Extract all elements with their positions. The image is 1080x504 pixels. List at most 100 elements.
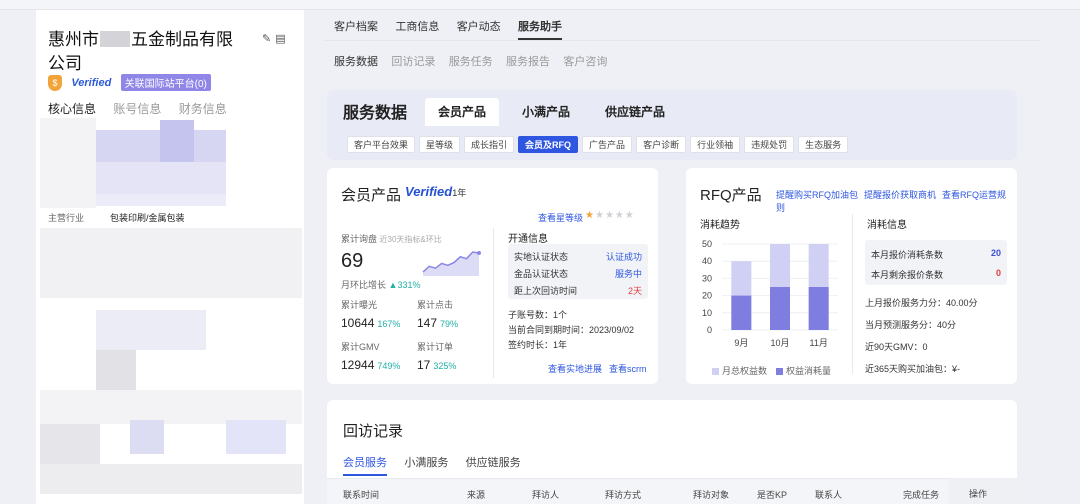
legend-label: 月总权益数 <box>722 366 768 376</box>
legend-total-equity: 月总权益数 <box>712 364 767 377</box>
open-info-box: 实地认证状态 认证成功 金品认证状态 服务中 距上次回访时间 2天 <box>508 244 648 299</box>
member-product-card: 会员产品 Verified1年 查看星等级 ★★★★★ 累计询盘 近30天指标&… <box>327 168 658 384</box>
column-header: 联系人 <box>815 490 843 500</box>
stat-value: 10644 <box>341 316 375 330</box>
star-empty-icon: ★ <box>614 210 625 221</box>
subnav-service-data[interactable]: 服务数据 <box>334 53 378 69</box>
subtab-platform-effect[interactable]: 客户平台效果 <box>347 136 416 153</box>
member-card-title: 会员产品 <box>341 187 402 204</box>
nav-customer-activity[interactable]: 客户动态 <box>457 18 501 38</box>
x-tick-label: 11月 <box>809 338 827 348</box>
subnav-customer-consult[interactable]: 客户咨询 <box>563 53 607 69</box>
subtab-star-level[interactable]: 星等级 <box>419 136 461 153</box>
intl-site-link[interactable]: 关联国际站平台(0) <box>120 74 211 91</box>
bar-equity-used <box>808 287 829 330</box>
remind-quote-link[interactable]: 提醒报价获取商机 <box>864 190 936 200</box>
stat-pct: 325% <box>433 361 457 371</box>
nav-customer-profile[interactable]: 客户档案 <box>334 18 378 38</box>
consumption-trend-label: 消耗趋势 <box>700 220 740 231</box>
subnav-visit-records[interactable]: 回访记录 <box>391 53 435 69</box>
company-tabs: 核心信息 账号信息 财务信息 <box>48 100 241 117</box>
stat-orders: 17 325% <box>417 358 456 372</box>
open-row-label: 距上次回访时间 <box>514 286 578 296</box>
tab-member-products[interactable]: 会员产品 <box>425 98 499 126</box>
subtab-violation-penalty[interactable]: 违规处罚 <box>744 136 795 153</box>
company-name: 惠州市 五金制品有限公司 <box>48 28 248 76</box>
tab-account-info[interactable]: 账号信息 <box>113 100 161 117</box>
subtab-growth-guide[interactable]: 成长指引 <box>464 136 515 153</box>
y-tick-label: 40 <box>702 256 712 266</box>
document-icon[interactable]: ▤ <box>275 33 289 45</box>
visit-table-header: 联系时间 来源 拜访人 拜访方式 拜访对象 是否KP 联系人 完成任务 <box>327 478 1017 504</box>
main-business-label: 主营行业 <box>48 213 85 223</box>
edit-icon[interactable]: ✎ <box>262 33 275 45</box>
stat-label: 累计GMV <box>341 342 380 352</box>
column-header: 是否KP <box>757 490 788 500</box>
gmv-90-days: 近90天GMV：0 <box>865 342 928 352</box>
blurred-block <box>96 350 136 390</box>
mom-growth: 月环比增长 ▲331% <box>341 278 420 291</box>
stat-clicks: 147 79% <box>417 316 458 330</box>
consumption-info-label: 消耗信息 <box>867 220 907 231</box>
tab-core-info[interactable]: 核心信息 <box>48 100 96 117</box>
remind-buy-rfq-link[interactable]: 提醒购买RFQ加油包 <box>776 190 858 200</box>
inquiry-label-text: 累计询盘 <box>341 234 378 244</box>
legend-swatch <box>776 368 783 375</box>
visit-tabs: 会员服务 小满服务 供应链服务 <box>343 454 535 476</box>
subtab-member-rfq[interactable]: 会员及RFQ <box>518 136 579 153</box>
sign-duration: 签约时长：1年 <box>508 340 568 350</box>
view-scrm-link[interactable]: 查看scrm <box>609 362 647 375</box>
nav-service-assistant[interactable]: 服务助手 <box>518 18 563 40</box>
star-empty-icon: ★ <box>594 210 605 221</box>
nav-business-info[interactable]: 工商信息 <box>395 18 439 38</box>
tab-supply-chain-products[interactable]: 供应链产品 <box>593 98 677 126</box>
tab-member-service[interactable]: 会员服务 <box>343 454 387 476</box>
inquiry-value: 69 <box>341 250 364 272</box>
sub-accounts: 子账号数：1个 <box>508 310 568 320</box>
blurred-block <box>96 310 206 350</box>
subnav-service-tasks[interactable]: 服务任务 <box>449 53 493 69</box>
y-tick-label: 20 <box>702 291 712 301</box>
stat-label: 累计点击 <box>417 300 454 310</box>
y-tick-label: 10 <box>702 308 712 318</box>
tab-xiaoman-service[interactable]: 小满服务 <box>404 454 448 474</box>
subtab-ad-products[interactable]: 广告产品 <box>582 136 633 153</box>
main-business-value: 包装印刷/金属包装 <box>110 213 185 223</box>
column-header: 操作 <box>969 489 988 499</box>
view-inspection-progress-link[interactable]: 查看实地进展 <box>548 362 602 375</box>
tab-finance-info[interactable]: 财务信息 <box>179 100 227 117</box>
blurred-block <box>96 194 226 206</box>
subnav-service-reports[interactable]: 服务报告 <box>506 53 550 69</box>
contract-end: 当前合同到期时间：2023/09/02 <box>508 325 635 335</box>
open-info-title: 开通信息 <box>508 234 548 245</box>
subtab-customer-diagnosis[interactable]: 客户诊断 <box>636 136 687 153</box>
service-data-header: 服务数据 会员产品 小满产品 供应链产品 客户平台效果 星等级 成长指引 会员及RFQ… <box>327 90 1017 160</box>
stat-gmv: 12944 749% <box>341 358 400 372</box>
open-row-value: 2天 <box>627 286 642 296</box>
tab-xiaoman-products[interactable]: 小满产品 <box>509 98 583 126</box>
legend-swatch <box>712 368 719 375</box>
badge-row: $ Verified 关联国际站平台(0) <box>48 74 211 91</box>
star-level-link[interactable]: 查看星等级 <box>538 211 583 224</box>
open-row-value: 服务中 <box>614 269 642 279</box>
rfq-card-title: RFQ产品 <box>700 187 762 204</box>
y-tick-label: 0 <box>707 325 712 335</box>
service-data-title: 服务数据 <box>343 105 408 122</box>
main-business: 主营行业 包装印刷/金属包装 <box>48 211 185 224</box>
star-filled-icon: ★ <box>585 210 595 221</box>
verified-logo: Verified1年 <box>405 184 466 199</box>
stat-exposure: 10644 167% <box>341 316 400 330</box>
forecast-score: 当月预测服务分：40分 <box>865 320 957 330</box>
stat-value: 17 <box>417 358 431 372</box>
subtab-industry-leader[interactable]: 行业领袖 <box>690 136 741 153</box>
info-row-value: 20 <box>990 248 1001 258</box>
stat-value: 147 <box>417 316 438 330</box>
consumption-info-box: 本月报价消耗条数 20 本月剩余报价条数 0 <box>865 240 1007 285</box>
inquiry-note: 近30天指标&环比 <box>379 235 442 244</box>
visit-records-title: 回访记录 <box>343 423 404 440</box>
stat-label: 累计订单 <box>417 342 454 352</box>
star-empty-icon: ★ <box>624 210 635 221</box>
tab-supply-chain-service[interactable]: 供应链服务 <box>466 454 521 474</box>
subtab-ecosystem-service[interactable]: 生态服务 <box>798 136 849 153</box>
blurred-block <box>160 120 194 162</box>
